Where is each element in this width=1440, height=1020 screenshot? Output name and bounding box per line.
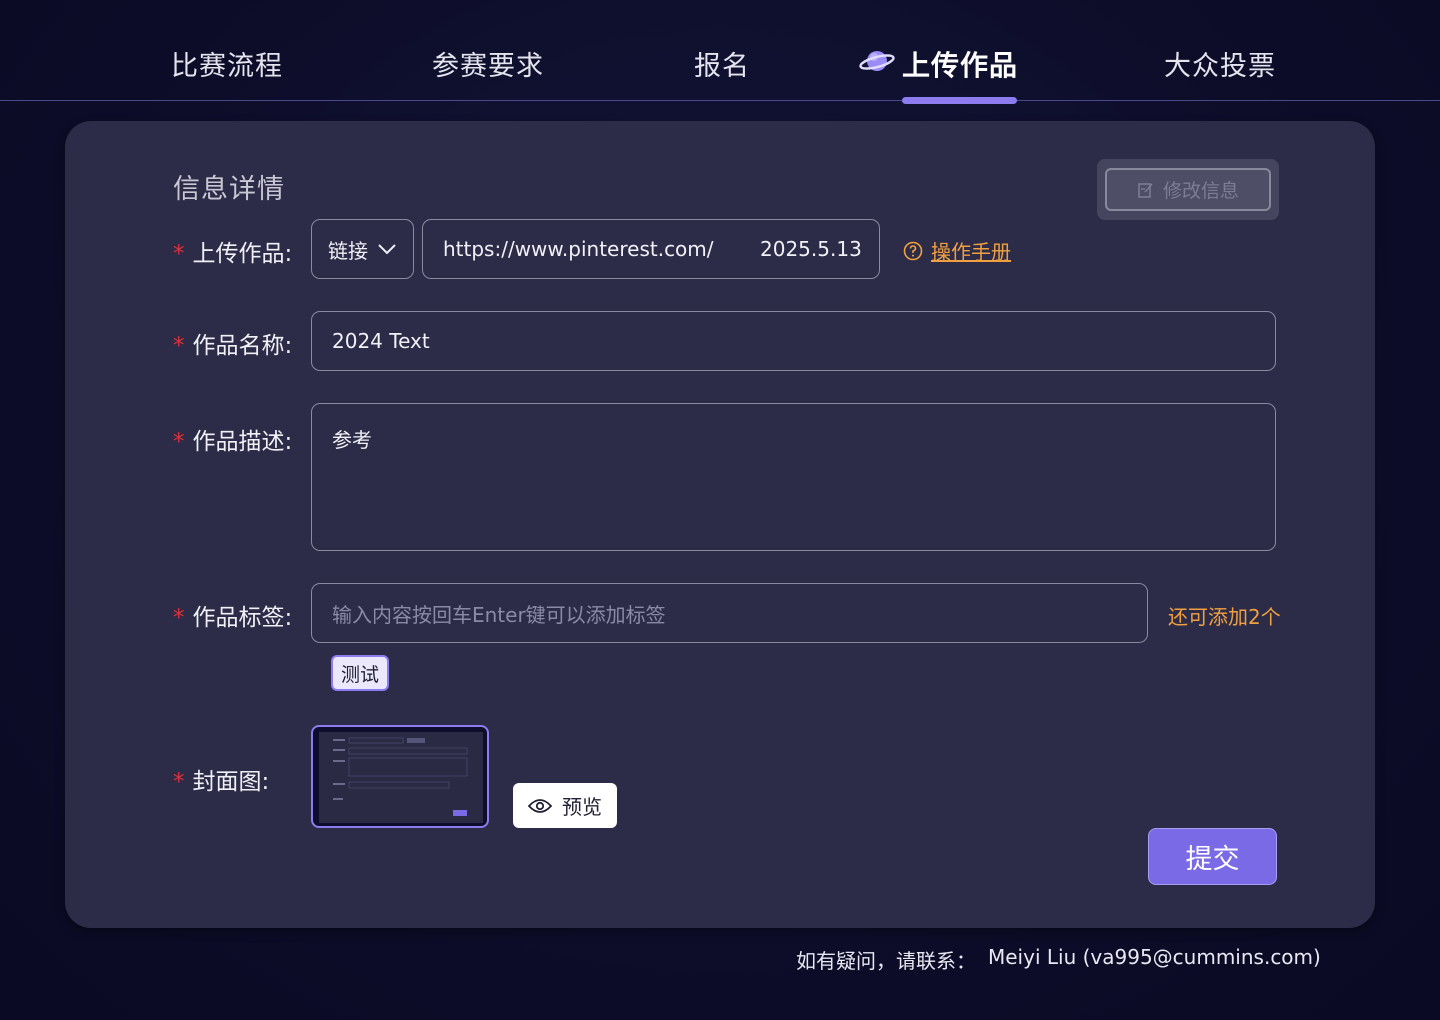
section-title: 信息详情 [173,174,285,205]
contact-prompt: 如有疑问，请联系： [796,949,976,973]
upload-label: 上传作品: [192,241,293,267]
cover-label: 封面图: [192,769,270,795]
active-tab-indicator [902,97,1017,104]
upload-form-card: 信息详情 修改信息 * 上传作品: 链接 https://www.pinteres… [65,121,1375,928]
cover-image [319,732,483,823]
tag-remaining-count: 还可添加2个 [1168,605,1281,629]
url-value: https://www.pinterest.com/ [443,237,714,261]
work-name-input[interactable]: 2024 Text [311,311,1276,371]
required-mark: * [173,333,185,359]
edit-info-button[interactable]: 修改信息 [1105,168,1271,211]
required-mark: * [173,769,185,795]
help-circle-icon [903,241,923,260]
manual-link-label: 操作手册 [931,240,1011,264]
eye-icon [528,798,552,813]
name-label-row: * 作品名称: [173,326,292,360]
description-label-row: * 作品描述: [173,422,292,456]
tab-requirements[interactable]: 参赛要求 [432,44,544,83]
name-label: 作品名称: [192,333,293,359]
description-label: 作品描述: [192,429,293,455]
upload-url-input[interactable]: https://www.pinterest.com/ 2025.5.13 [422,219,880,279]
planet-icon [859,51,895,71]
upload-label-row: * 上传作品: [173,234,292,268]
tab-upload-work[interactable]: 上传作品 [902,44,1018,84]
tags-label: 作品标签: [192,605,293,631]
required-mark: * [173,605,185,631]
upload-type-select[interactable]: 链接 [311,219,414,279]
contact-info: Meiyi Liu (va995@cummins.com) [988,945,1321,969]
tab-process[interactable]: 比赛流程 [171,44,283,83]
edit-button-wrapper: 修改信息 [1097,159,1279,220]
required-mark: * [173,241,185,267]
required-mark: * [173,429,185,455]
cover-image-drawing [333,737,468,816]
cover-label-row: * 封面图: [173,762,269,796]
preview-button[interactable]: 预览 [513,783,617,828]
chevron-down-icon [378,244,396,255]
edit-info-label: 修改信息 [1162,180,1239,202]
tags-label-row: * 作品标签: [173,598,292,632]
top-nav: 比赛流程 参赛要求 报名 上传作品 大众投票 [0,0,1440,104]
edit-icon [1138,182,1153,198]
preview-label: 预览 [562,795,602,819]
upload-type-value: 链接 [328,238,368,263]
cover-image-thumbnail[interactable] [311,725,489,828]
tab-register[interactable]: 报名 [694,44,750,83]
work-description-textarea[interactable]: 参考 [311,403,1276,551]
tab-public-vote[interactable]: 大众投票 [1164,44,1276,83]
upload-date: 2025.5.13 [760,237,862,261]
manual-link[interactable]: 操作手册 [903,236,1011,265]
tag-input[interactable]: 输入内容按回车Enter键可以添加标签 [311,583,1148,643]
submit-button[interactable]: 提交 [1148,828,1277,885]
tag-chip[interactable]: 测试 [331,655,390,691]
